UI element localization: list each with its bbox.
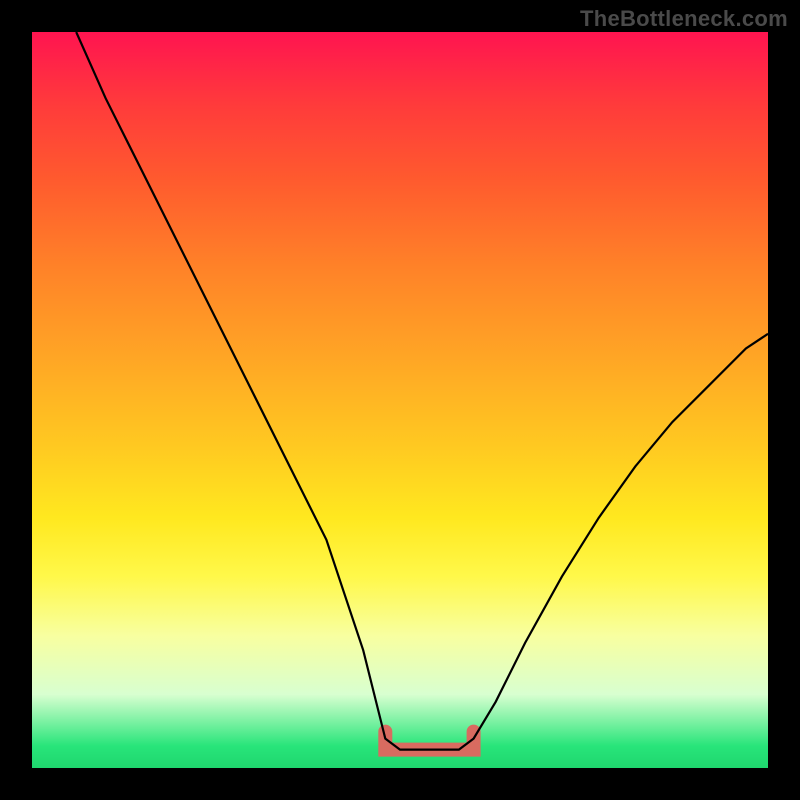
- bottleneck-curve: [76, 32, 768, 750]
- bottleneck-flat-region: [385, 732, 473, 750]
- chart-svg: [32, 32, 768, 768]
- chart-frame: TheBottleneck.com: [0, 0, 800, 800]
- watermark-text: TheBottleneck.com: [580, 6, 788, 32]
- plot-area: [32, 32, 768, 768]
